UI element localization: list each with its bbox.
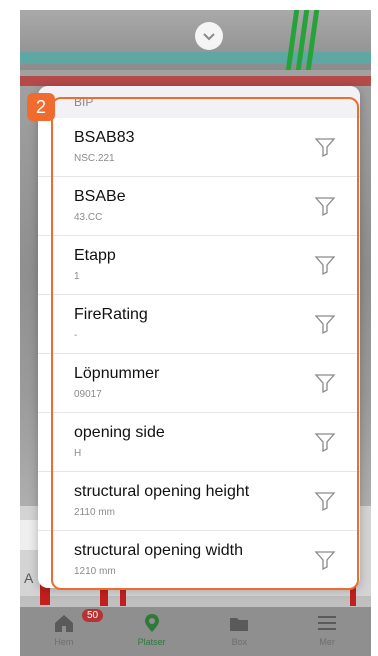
filter-icon[interactable]	[314, 549, 336, 571]
location-pin-icon	[144, 614, 159, 632]
property-name: opening side	[74, 424, 165, 441]
property-name: structural opening width	[74, 542, 243, 559]
property-row[interactable]: structural opening height 2110 mm	[38, 472, 360, 531]
folder-icon	[230, 618, 249, 631]
tab-label: Mer	[319, 637, 335, 647]
section-title: BIP	[74, 95, 94, 109]
tab-box[interactable]: Box	[196, 607, 284, 656]
property-value: 43.CC	[74, 212, 103, 223]
chevron-down-icon	[203, 33, 215, 41]
property-name: Etapp	[74, 247, 116, 264]
overlay-letter: A	[24, 570, 34, 586]
menu-icon	[318, 616, 337, 630]
properties-sheet: BIP BSAB83 NSC.221 BSABe 43.CC Etapp 1 F…	[38, 86, 360, 588]
pipe	[20, 52, 371, 64]
property-value: 1	[74, 271, 80, 282]
property-row[interactable]: Löpnummer 09017	[38, 354, 360, 413]
property-row[interactable]: BSAB83 NSC.221	[38, 118, 360, 177]
section-header: BIP	[38, 86, 360, 118]
property-name: BSABe	[74, 188, 126, 205]
filter-icon[interactable]	[314, 195, 336, 217]
property-row[interactable]: structural opening width 1210 mm	[38, 531, 360, 588]
step-badge: 2	[27, 93, 55, 121]
filter-icon[interactable]	[314, 372, 336, 394]
collapse-chevron-button[interactable]	[195, 22, 223, 50]
home-icon	[54, 615, 73, 632]
tab-label: Hem	[54, 637, 74, 647]
property-value: NSC.221	[74, 153, 115, 164]
property-value: -	[74, 330, 78, 341]
property-name: BSAB83	[74, 129, 135, 146]
property-value: H	[74, 448, 82, 459]
tab-label: Platser	[137, 637, 166, 647]
filter-icon[interactable]	[314, 431, 336, 453]
property-row[interactable]: FireRating -	[38, 295, 360, 354]
property-row[interactable]: Etapp 1	[38, 236, 360, 295]
tab-mer[interactable]: Mer	[283, 607, 371, 656]
notification-count: 50	[82, 609, 104, 622]
property-name: structural opening height	[74, 483, 250, 500]
property-value: 1210 mm	[74, 566, 116, 577]
property-row[interactable]: opening side H	[38, 413, 360, 472]
property-value: 2110 mm	[74, 507, 115, 518]
red-beam	[20, 76, 371, 86]
property-value: 09017	[74, 389, 102, 400]
property-name: FireRating	[74, 306, 148, 323]
tab-label: Box	[231, 637, 248, 647]
filter-icon[interactable]	[314, 136, 336, 158]
filter-icon[interactable]	[314, 490, 336, 512]
tab-hem[interactable]: 50 Hem	[20, 607, 108, 656]
filter-icon[interactable]	[314, 254, 336, 276]
filter-icon[interactable]	[314, 313, 336, 335]
tab-bar: 50 Hem Platser Box Mer	[20, 607, 371, 656]
property-name: Löpnummer	[74, 365, 160, 382]
property-row[interactable]: BSABe 43.CC	[38, 177, 360, 236]
tab-platser[interactable]: Platser	[108, 607, 196, 656]
